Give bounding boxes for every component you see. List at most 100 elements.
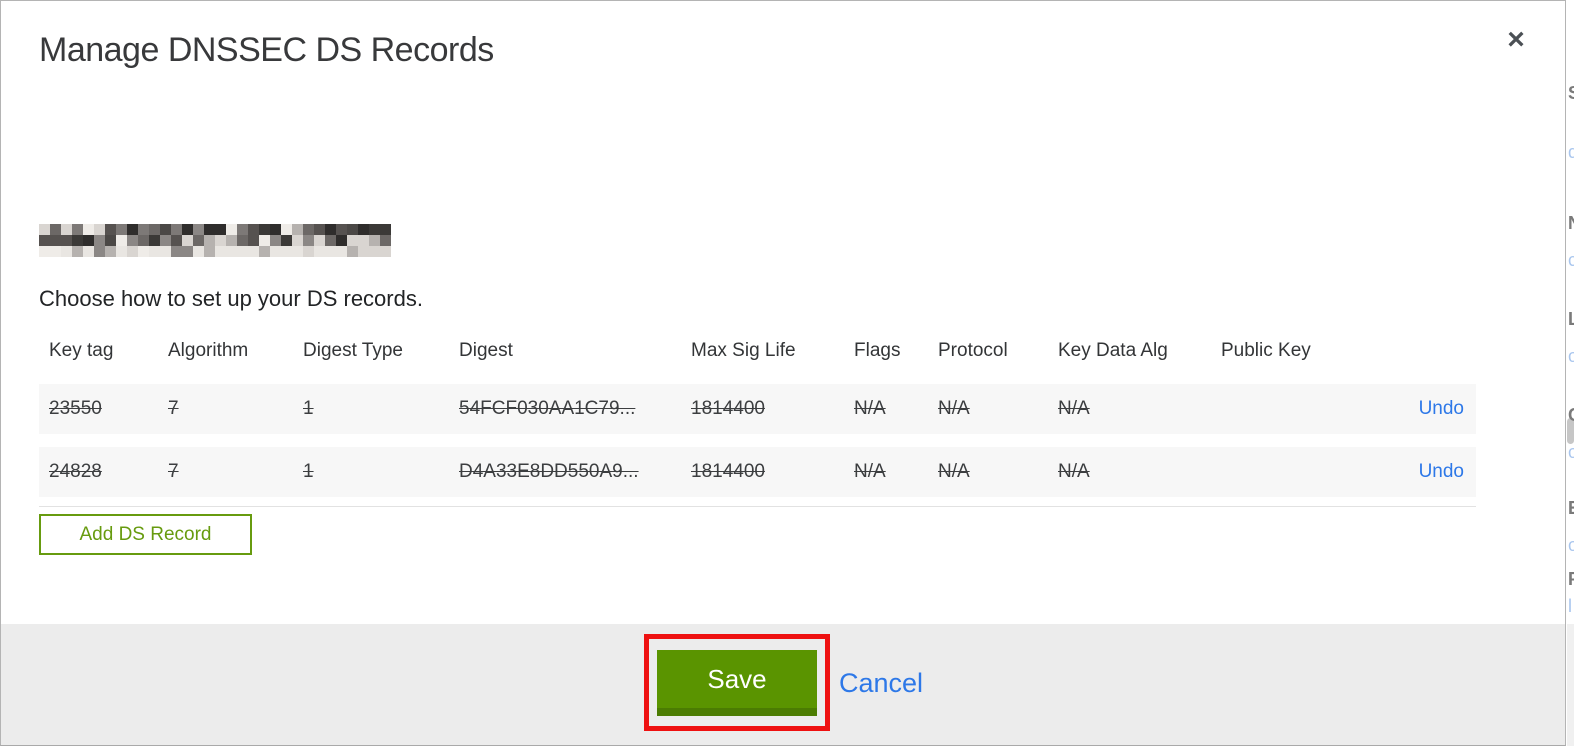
redaction-pixel <box>237 224 248 235</box>
redaction-pixel <box>127 235 138 246</box>
redaction-pixel <box>105 246 116 257</box>
redaction-pixel <box>171 224 182 235</box>
redaction-pixel <box>39 235 50 246</box>
redaction-pixel <box>215 224 226 235</box>
redaction-pixel <box>204 235 215 246</box>
col-header-protocol: Protocol <box>938 340 1008 361</box>
redaction-pixel <box>83 235 94 246</box>
redaction-pixel <box>380 235 391 246</box>
redaction-pixel <box>61 246 72 257</box>
instruction-text: Choose how to set up your DS records. <box>39 286 423 311</box>
col-header-algorithm: Algorithm <box>168 340 249 361</box>
redaction-pixel <box>138 235 149 246</box>
redaction-pixel <box>325 246 336 257</box>
redaction-pixel <box>358 224 369 235</box>
redaction-pixel <box>149 224 160 235</box>
table-row: 24828 7 1 D4A33E8DD550A9... 1814400 N/A … <box>39 447 1476 497</box>
redaction-pixel <box>303 224 314 235</box>
background-text-fragment: P <box>1568 569 1574 590</box>
cell-digest: D4A33E8DD550A9... <box>459 461 639 482</box>
redaction-pixel <box>39 246 50 257</box>
redaction-pixel <box>94 224 105 235</box>
redaction-pixel <box>270 224 281 235</box>
redaction-pixel <box>347 224 358 235</box>
background-text-fragment: N <box>1568 213 1574 234</box>
redaction-pixel <box>369 235 380 246</box>
cell-flags: N/A <box>854 398 886 419</box>
save-button[interactable]: Save <box>657 650 817 716</box>
col-header-digest-type: Digest Type <box>303 340 403 361</box>
red-annotation-box: Save <box>644 634 830 731</box>
redaction-pixel <box>72 246 83 257</box>
cell-flags: N/A <box>854 461 886 482</box>
redaction-pixel <box>116 235 127 246</box>
redaction-pixel <box>281 224 292 235</box>
redaction-pixel <box>347 235 358 246</box>
redaction-pixel <box>160 224 171 235</box>
redaction-pixel <box>369 246 380 257</box>
redaction-pixel <box>248 246 259 257</box>
cell-digest-type: 1 <box>303 461 314 482</box>
cell-algorithm: 7 <box>168 398 179 419</box>
redaction-pixel <box>237 246 248 257</box>
redaction-pixel <box>149 246 160 257</box>
redaction-pixel <box>127 224 138 235</box>
redaction-pixel <box>50 235 61 246</box>
screenshot-root: Manage DNSSEC DS Records × Choose how to… <box>0 0 1574 746</box>
redaction-pixel <box>72 224 83 235</box>
redaction-pixel <box>303 235 314 246</box>
redaction-pixel <box>226 246 237 257</box>
background-page-sliver: SdNcLoCoEoPl <box>1567 0 1574 746</box>
redacted-domain-name <box>39 224 391 262</box>
redaction-pixel <box>61 224 72 235</box>
redaction-pixel <box>171 246 182 257</box>
redaction-pixel <box>292 246 303 257</box>
redaction-pixel <box>116 246 127 257</box>
table-header-row: Key tag Algorithm Digest Type Digest Max… <box>39 331 1476 371</box>
redaction-pixel <box>160 246 171 257</box>
background-text-fragment: o <box>1568 442 1574 462</box>
redaction-pixel <box>380 224 391 235</box>
background-text-fragment: S <box>1568 83 1574 104</box>
redaction-pixel <box>171 235 182 246</box>
col-header-max-sig-life: Max Sig Life <box>691 340 796 361</box>
redaction-pixel <box>215 235 226 246</box>
redaction-pixel <box>270 246 281 257</box>
undo-link[interactable]: Undo <box>1419 461 1464 482</box>
background-text-fragment: l <box>1568 596 1572 616</box>
cancel-link[interactable]: Cancel <box>839 668 923 699</box>
redaction-pixel <box>83 246 94 257</box>
redaction-pixel <box>292 224 303 235</box>
redaction-pixel <box>83 224 94 235</box>
col-header-digest: Digest <box>459 340 513 361</box>
redaction-pixel <box>226 224 237 235</box>
redaction-pixel <box>116 224 127 235</box>
add-ds-record-button[interactable]: Add DS Record <box>39 514 252 555</box>
redaction-pixel <box>182 224 193 235</box>
undo-link[interactable]: Undo <box>1419 398 1464 419</box>
redaction-pixel <box>314 224 325 235</box>
col-header-key-data-alg: Key Data Alg <box>1058 340 1168 361</box>
redaction-pixel <box>281 235 292 246</box>
redaction-pixel <box>226 235 237 246</box>
close-icon[interactable]: × <box>1497 21 1535 59</box>
redaction-pixel <box>105 235 116 246</box>
redaction-pixel <box>292 235 303 246</box>
redaction-pixel <box>336 235 347 246</box>
manage-dnssec-modal: Manage DNSSEC DS Records × Choose how to… <box>0 0 1566 746</box>
redaction-pixel <box>281 246 292 257</box>
cell-algorithm: 7 <box>168 461 179 482</box>
cell-protocol: N/A <box>938 398 970 419</box>
redaction-pixel <box>160 235 171 246</box>
cell-key-tag: 24828 <box>49 461 102 482</box>
redaction-pixel <box>39 224 50 235</box>
redaction-pixel <box>193 224 204 235</box>
background-footer-tint <box>1567 624 1574 746</box>
cell-key-data-alg: N/A <box>1058 398 1090 419</box>
redaction-pixel <box>50 246 61 257</box>
redaction-pixel <box>182 235 193 246</box>
redaction-pixel <box>259 224 270 235</box>
background-text-fragment: c <box>1568 250 1574 270</box>
redaction-pixel <box>380 246 391 257</box>
redaction-pixel <box>259 235 270 246</box>
